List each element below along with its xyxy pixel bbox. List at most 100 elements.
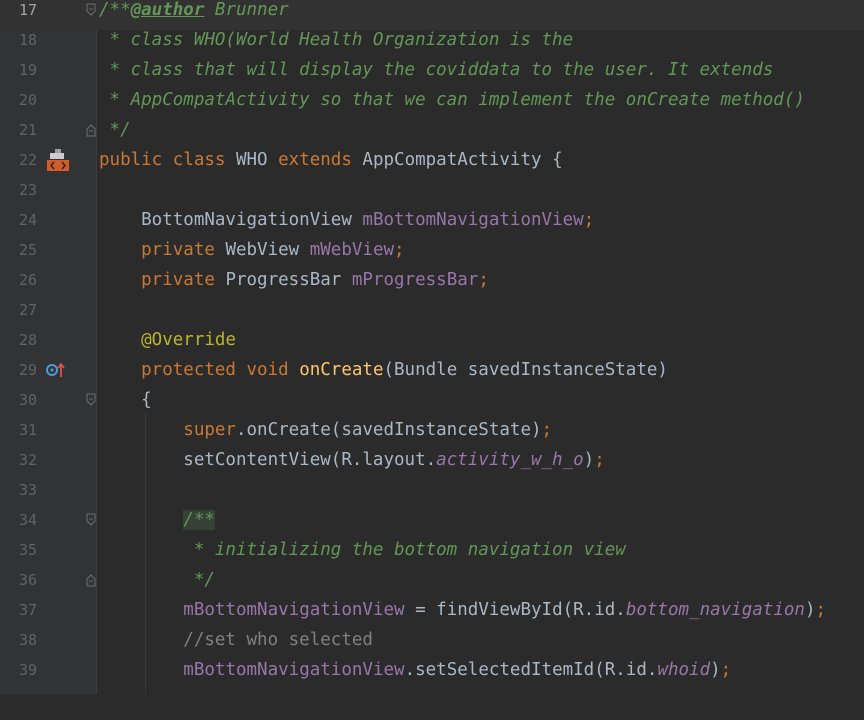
line-number[interactable]: 31: [0, 420, 37, 440]
code-text[interactable]: * initializing the bottom navigation vie…: [99, 540, 626, 560]
code-token: (Bundle savedInstanceState): [383, 360, 668, 380]
code-line[interactable]: 29 protected void onCreate(Bundle savedI…: [0, 360, 864, 390]
fold-collapse-icon[interactable]: [86, 512, 96, 526]
code-text[interactable]: mBottomNavigationView.setSelectedItemId(…: [99, 660, 731, 680]
line-number[interactable]: 18: [0, 30, 37, 50]
code-line[interactable]: 38 //set who selected: [0, 630, 864, 660]
line-number[interactable]: 29: [0, 360, 37, 380]
code-text[interactable]: {: [99, 390, 152, 410]
code-token: //set who selected: [99, 630, 373, 650]
fold-collapse-icon[interactable]: [86, 2, 96, 16]
code-text[interactable]: /**: [99, 510, 215, 530]
line-number[interactable]: 34: [0, 510, 37, 530]
line-number[interactable]: 19: [0, 60, 37, 80]
code-token: ): [804, 600, 816, 620]
line-number[interactable]: 27: [0, 300, 37, 320]
code-token: */: [99, 570, 215, 590]
code-text[interactable]: setContentView(R.layout.activity_w_h_o);: [99, 450, 605, 470]
line-number[interactable]: 20: [0, 90, 37, 110]
code-token: onCreate: [299, 360, 384, 380]
line-number[interactable]: 26: [0, 270, 37, 290]
code-line[interactable]: 19 * class that will display the covidda…: [0, 60, 864, 90]
line-number[interactable]: 35: [0, 540, 37, 560]
line-number[interactable]: 28: [0, 330, 37, 350]
android-layout-icon[interactable]: [46, 148, 70, 177]
code-token: ): [583, 450, 595, 470]
code-line[interactable]: 37 mBottomNavigationView = findViewById(…: [0, 600, 864, 630]
code-token: * AppCompatActivity so that we can imple…: [99, 90, 805, 110]
code-token: BottomNavigationView: [99, 210, 363, 230]
code-line[interactable]: 30 {: [0, 390, 864, 420]
code-text[interactable]: * AppCompatActivity so that we can imple…: [99, 90, 805, 110]
line-number[interactable]: 24: [0, 210, 37, 230]
code-line[interactable]: 39 mBottomNavigationView.setSelectedItem…: [0, 660, 864, 690]
code-token: @author: [130, 0, 205, 20]
code-text[interactable]: private ProgressBar mProgressBar;: [99, 270, 489, 290]
line-number[interactable]: 25: [0, 240, 37, 260]
line-number[interactable]: 21: [0, 120, 37, 140]
code-token: mBottomNavigationView: [362, 210, 584, 230]
code-text[interactable]: super.onCreate(savedInstanceState);: [99, 420, 552, 440]
code-token: * class WHO(World Health Organization is…: [99, 30, 574, 50]
code-token: protected void: [99, 360, 300, 380]
code-text[interactable]: private WebView mWebView;: [99, 240, 404, 260]
code-line[interactable]: 17 /**@author Brunner: [0, 0, 864, 30]
code-text[interactable]: @Override: [99, 330, 236, 350]
code-token: ;: [594, 450, 605, 470]
line-number[interactable]: 36: [0, 570, 37, 590]
code-line[interactable]: 20 * AppCompatActivity so that we can im…: [0, 90, 864, 120]
code-line[interactable]: 33: [0, 480, 864, 510]
code-line-partial: [0, 690, 864, 720]
code-text[interactable]: protected void onCreate(Bundle savedInst…: [99, 360, 668, 380]
code-line[interactable]: 34 /**: [0, 510, 864, 540]
code-line[interactable]: 36 */: [0, 570, 864, 600]
code-token: bottom_navigation: [625, 600, 805, 620]
fold-end-icon[interactable]: [86, 122, 96, 137]
override-method-icon[interactable]: [45, 361, 67, 384]
line-number[interactable]: 38: [0, 630, 37, 650]
code-line[interactable]: 27: [0, 300, 864, 330]
line-number[interactable]: 23: [0, 180, 37, 200]
code-token: mBottomNavigationView: [183, 600, 405, 620]
code-text[interactable]: BottomNavigationView mBottomNavigationVi…: [99, 210, 594, 230]
code-line[interactable]: 24 BottomNavigationView mBottomNavigatio…: [0, 210, 864, 240]
code-text[interactable]: */: [99, 570, 215, 590]
code-token: Brunner: [204, 0, 289, 20]
code-line[interactable]: 23: [0, 180, 864, 210]
code-text[interactable]: */: [99, 120, 131, 140]
code-token: ;: [720, 660, 732, 680]
code-token: */: [99, 120, 131, 140]
code-token: WebView: [225, 240, 310, 260]
code-line[interactable]: 32 setContentView(R.layout.activity_w_h_…: [0, 450, 864, 480]
code-text[interactable]: /**@author Brunner: [99, 0, 289, 20]
code-line[interactable]: 26 private ProgressBar mProgressBar;: [0, 270, 864, 300]
code-text[interactable]: * class that will display the coviddata …: [99, 60, 774, 80]
code-line[interactable]: 25 private WebView mWebView;: [0, 240, 864, 270]
line-number[interactable]: 22: [0, 150, 37, 170]
code-token: .onCreate(savedInstanceState): [235, 420, 542, 440]
fold-collapse-icon[interactable]: [86, 392, 96, 406]
line-number[interactable]: 17: [0, 0, 37, 20]
line-number[interactable]: 37: [0, 600, 37, 620]
code-line[interactable]: 21 */: [0, 120, 864, 150]
line-number[interactable]: 39: [0, 660, 37, 680]
code-text[interactable]: mBottomNavigationView = findViewById(R.i…: [99, 600, 826, 620]
line-number[interactable]: 32: [0, 450, 37, 470]
code-token: ;: [541, 420, 553, 440]
code-token: setContentView(R.layout.: [99, 450, 437, 470]
code-text[interactable]: public class WHO extends AppCompatActivi…: [99, 150, 563, 170]
code-line[interactable]: 31 super.onCreate(savedInstanceState);: [0, 420, 864, 450]
fold-end-icon[interactable]: [86, 572, 96, 587]
code-line[interactable]: 18 * class WHO(World Health Organization…: [0, 30, 864, 60]
line-number[interactable]: 33: [0, 480, 37, 500]
code-text[interactable]: //set who selected: [99, 630, 373, 650]
code-text[interactable]: * class WHO(World Health Organization is…: [99, 30, 574, 50]
code-line[interactable]: 22 public class WHO extends AppCompatActi…: [0, 148, 864, 180]
code-token: ProgressBar: [225, 270, 352, 290]
code-line[interactable]: 35 * initializing the bottom navigation …: [0, 540, 864, 570]
code-token: mProgressBar: [351, 270, 479, 290]
code-line[interactable]: 28 @Override: [0, 330, 864, 360]
line-number[interactable]: 30: [0, 390, 37, 410]
